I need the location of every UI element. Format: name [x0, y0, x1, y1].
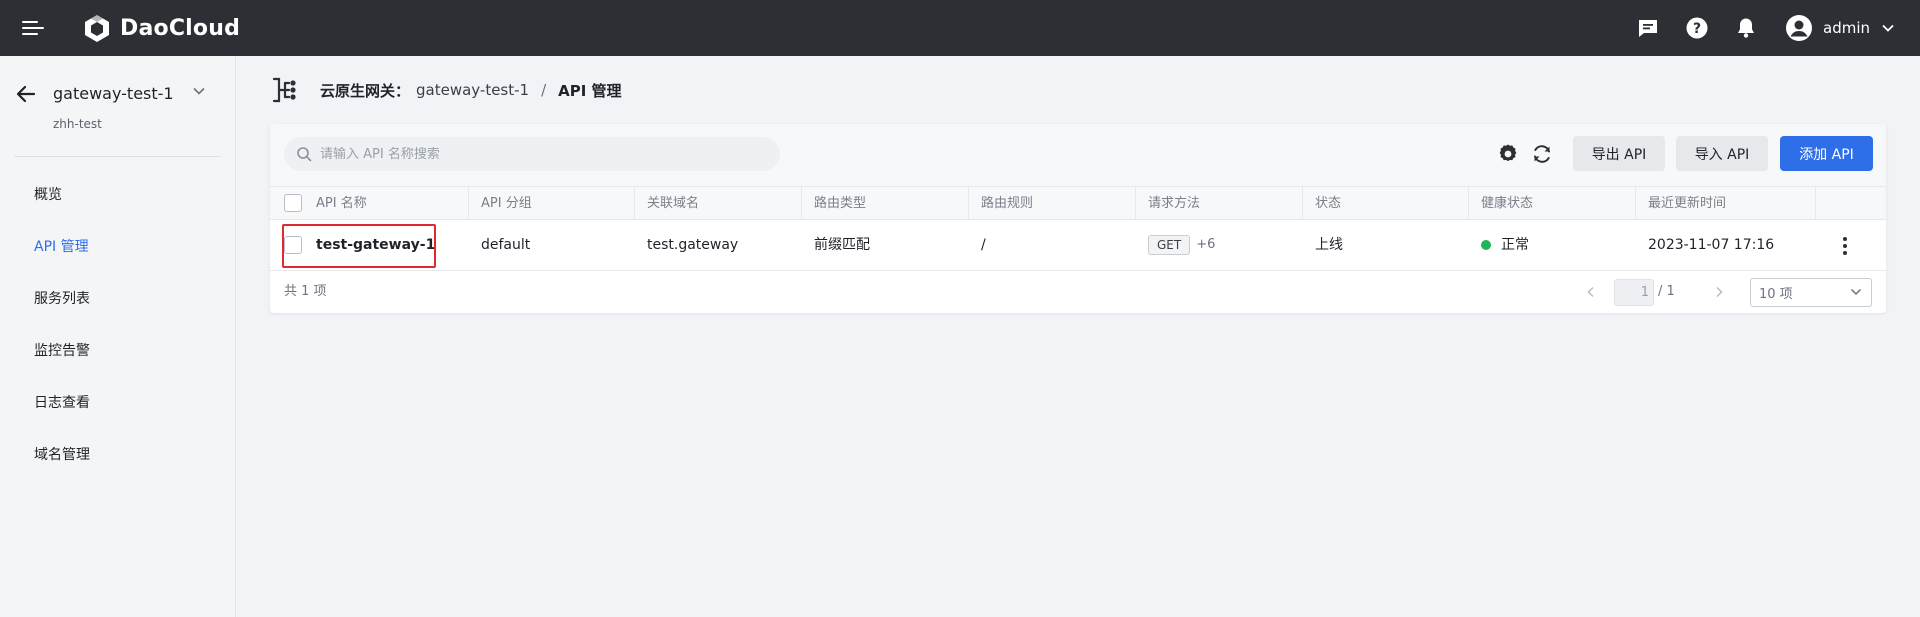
page-size-select[interactable]: 10 项 [1750, 278, 1872, 307]
add-api-button[interactable]: 添加 API [1780, 136, 1873, 171]
breadcrumb-parent[interactable]: 云原生网关： [320, 80, 410, 101]
api-name-link[interactable]: test-gateway-1 [316, 237, 435, 253]
import-api-button[interactable]: 导入 API [1676, 136, 1768, 171]
health-status-dot [1481, 240, 1491, 250]
page-title: API 管理 [558, 81, 622, 100]
top-bar: DaoCloud ? admin [0, 0, 1920, 56]
export-api-button[interactable]: 导出 API [1573, 136, 1665, 171]
sidebar-item-overview[interactable]: 概览 [0, 168, 236, 220]
select-all-checkbox[interactable] [284, 194, 302, 212]
column-header-method[interactable]: 请求方法 [1136, 187, 1303, 220]
back-arrow-icon[interactable] [14, 82, 38, 106]
route-type-cell: 前缀匹配 [814, 237, 870, 253]
more-actions-icon[interactable] [1842, 237, 1848, 255]
sidebar-item-logs[interactable]: 日志查看 [0, 376, 236, 428]
sidebar: gateway-test-1 zhh-test 概览 API 管理 服务列表 监… [0, 56, 236, 617]
column-header-api-name[interactable]: API 名称 [304, 187, 469, 220]
search-box[interactable] [284, 137, 780, 171]
refresh-icon[interactable] [1530, 142, 1554, 166]
row-checkbox[interactable] [284, 236, 302, 254]
column-header-route-rule[interactable]: 路由规则 [969, 187, 1136, 220]
breadcrumb-gateway[interactable]: gateway-test-1 [416, 81, 529, 99]
prev-page-icon[interactable] [1584, 285, 1598, 299]
gateway-namespace: zhh-test [53, 117, 102, 131]
logo[interactable]: DaoCloud [82, 13, 240, 43]
method-tag: GET [1148, 235, 1191, 255]
gateway-selector: gateway-test-1 zhh-test [0, 56, 236, 156]
help-icon[interactable]: ? [1684, 15, 1710, 41]
table-row: test-gateway-1 default test.gateway 前缀匹配… [270, 220, 1886, 271]
table-header: API 名称 API 分组 关联域名 路由类型 路由规则 请求方法 状态 健康状… [270, 186, 1886, 220]
health-cell: 正常 [1469, 220, 1529, 270]
brand-name: DaoCloud [120, 15, 241, 41]
domain-cell: test.gateway [647, 237, 739, 253]
column-header-updated[interactable]: 最近更新时间 [1636, 187, 1816, 220]
svg-text:?: ? [1693, 21, 1701, 37]
gateway-icon [272, 77, 296, 103]
chevron-down-icon[interactable] [192, 86, 206, 96]
column-header-actions [1816, 187, 1886, 220]
search-input[interactable] [320, 146, 760, 162]
total-count: 共 1 项 [284, 284, 327, 299]
next-page-icon[interactable] [1712, 285, 1726, 299]
sidebar-divider [14, 156, 220, 157]
chevron-down-icon [1850, 288, 1862, 296]
total-pages: / 1 [1658, 284, 1675, 299]
user-name: admin [1823, 19, 1870, 37]
bell-icon[interactable] [1733, 15, 1759, 41]
method-cell: GET +6 [1136, 220, 1215, 270]
column-header-health[interactable]: 健康状态 [1469, 187, 1636, 220]
menu-icon[interactable] [22, 19, 46, 37]
api-list-card: 导出 API 导入 API 添加 API API 名称 API 分组 关联域名 … [270, 124, 1886, 313]
column-header-route-type[interactable]: 路由类型 [802, 187, 969, 220]
sidebar-item-domain-management[interactable]: 域名管理 [0, 428, 236, 480]
gear-icon[interactable] [1496, 142, 1520, 166]
column-header-domain[interactable]: 关联域名 [635, 187, 802, 220]
toolbar: 导出 API 导入 API 添加 API [270, 124, 1886, 186]
sidebar-item-api-management[interactable]: API 管理 [0, 220, 236, 272]
column-header-api-group[interactable]: API 分组 [469, 187, 635, 220]
page-size-value: 10 项 [1759, 287, 1793, 302]
message-icon[interactable] [1635, 15, 1661, 41]
breadcrumb-separator: / [541, 81, 547, 99]
sidebar-item-monitoring-alerts[interactable]: 监控告警 [0, 324, 236, 376]
breadcrumb: 云原生网关： gateway-test-1 / API 管理 [270, 72, 622, 108]
page-number-input[interactable] [1614, 279, 1654, 306]
status-cell: 上线 [1315, 237, 1343, 253]
sidebar-nav: 概览 API 管理 服务列表 监控告警 日志查看 域名管理 [0, 168, 236, 480]
method-more-count[interactable]: +6 [1196, 237, 1215, 252]
gateway-name[interactable]: gateway-test-1 [53, 84, 174, 103]
sidebar-item-service-list[interactable]: 服务列表 [0, 272, 236, 324]
updated-cell: 2023-11-07 17:16 [1648, 237, 1775, 253]
column-header-status[interactable]: 状态 [1303, 187, 1469, 220]
pagination: 共 1 项 / 1 10 项 [270, 271, 1886, 313]
api-group-cell: default [481, 237, 531, 253]
search-icon [297, 147, 312, 162]
chevron-down-icon [1882, 24, 1894, 32]
user-menu[interactable]: admin [1785, 14, 1894, 42]
user-avatar-icon [1786, 15, 1812, 41]
route-rule-cell: / [981, 237, 986, 253]
daocloud-logo-icon [85, 15, 109, 42]
health-status-label: 正常 [1501, 237, 1529, 253]
